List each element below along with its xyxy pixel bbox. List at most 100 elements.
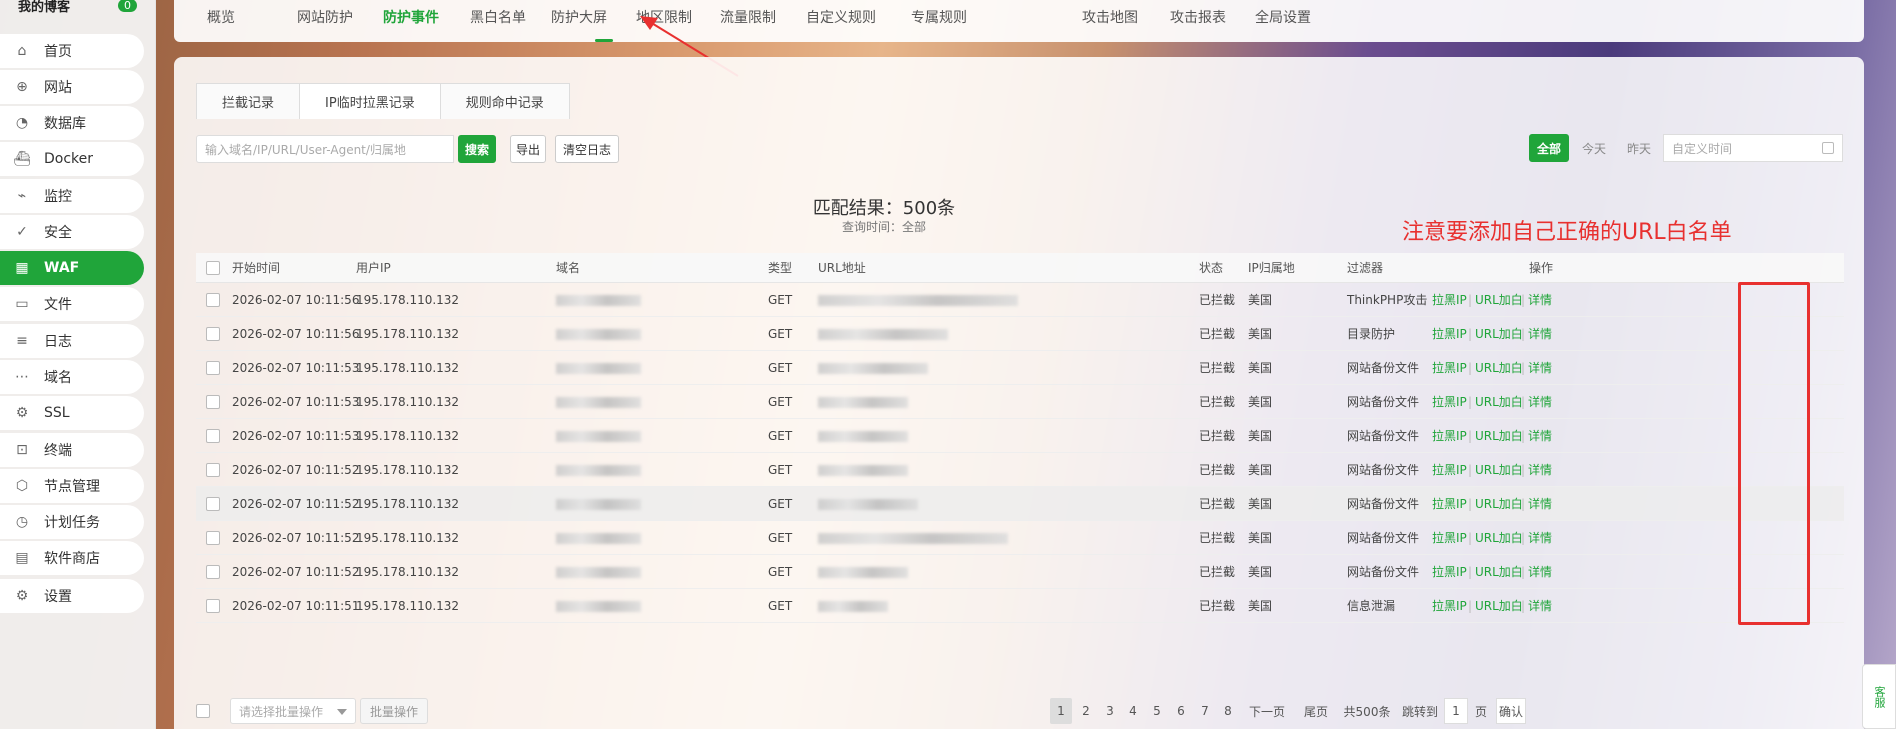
subtab-0[interactable]: 拦截记录 <box>196 83 301 119</box>
url-whitelist-link[interactable]: URL加白 <box>1475 385 1523 419</box>
next-page-button[interactable]: 下一页 <box>1244 698 1290 724</box>
subtab-2[interactable]: 规则命中记录 <box>439 83 570 119</box>
url-whitelist-link[interactable]: URL加白 <box>1475 555 1523 589</box>
page-2[interactable]: 2 <box>1075 698 1097 724</box>
url-whitelist-link[interactable]: URL加白 <box>1475 589 1523 623</box>
detail-link[interactable]: 详情 <box>1528 521 1552 555</box>
notification-badge[interactable]: 0 <box>118 0 137 12</box>
blacklist-ip-link[interactable]: 拉黑IP <box>1432 317 1467 351</box>
sidebar-item-store[interactable]: ▤ 软件商店 <box>0 541 144 575</box>
tab-9[interactable]: 攻击地图 <box>1082 7 1138 27</box>
blacklist-ip-link[interactable]: 拉黑IP <box>1432 419 1467 453</box>
url-whitelist-link[interactable]: URL加白 <box>1475 487 1523 521</box>
sidebar-item-docker[interactable]: ⛴ Docker <box>0 142 144 176</box>
detail-link[interactable]: 详情 <box>1528 419 1552 453</box>
row-checkbox[interactable] <box>206 327 220 341</box>
page-4[interactable]: 4 <box>1122 698 1144 724</box>
tab-2[interactable]: 防护事件 <box>383 7 439 27</box>
batch-action-button[interactable]: 批量操作 <box>360 698 428 724</box>
sidebar-item-database[interactable]: ◔ 数据库 <box>0 106 144 140</box>
detail-link[interactable]: 详情 <box>1528 589 1552 623</box>
blacklist-ip-link[interactable]: 拉黑IP <box>1432 351 1467 385</box>
blacklist-ip-link[interactable]: 拉黑IP <box>1432 521 1467 555</box>
custom-time-input[interactable]: 自定义时间 <box>1663 134 1843 162</box>
blacklist-ip-link[interactable]: 拉黑IP <box>1432 555 1467 589</box>
clear-log-button[interactable]: 清空日志 <box>555 135 619 163</box>
sidebar-item-shield[interactable]: ✓ 安全 <box>0 215 144 249</box>
cell-ip: 195.178.110.132 <box>356 599 460 613</box>
blacklist-ip-link[interactable]: 拉黑IP <box>1432 589 1467 623</box>
export-button[interactable]: 导出 <box>510 135 546 163</box>
row-checkbox[interactable] <box>206 531 220 545</box>
footer-select-all-checkbox[interactable] <box>196 704 210 718</box>
search-button[interactable]: 搜索 <box>458 135 496 163</box>
sidebar-item-node[interactable]: ⬡ 节点管理 <box>0 469 144 503</box>
page-6[interactable]: 6 <box>1170 698 1192 724</box>
tab-1[interactable]: 网站防护 <box>297 7 353 27</box>
search-input[interactable]: 输入域名/IP/URL/User-Agent/归属地 <box>196 135 454 163</box>
sidebar-item-home[interactable]: ⌂ 首页 <box>0 34 144 68</box>
url-whitelist-link[interactable]: URL加白 <box>1475 317 1523 351</box>
sidebar-item-domain[interactable]: ⋯ 域名 <box>0 360 144 394</box>
sidebar-item-waf[interactable]: ▦ WAF <box>0 251 144 285</box>
page-1[interactable]: 1 <box>1050 698 1072 724</box>
page-7[interactable]: 7 <box>1194 698 1216 724</box>
tab-3[interactable]: 黑白名单 <box>470 7 526 27</box>
detail-link[interactable]: 详情 <box>1528 487 1552 521</box>
column-header: 域名 <box>556 261 581 275</box>
row-checkbox[interactable] <box>206 497 220 511</box>
redacted-url <box>818 295 1018 306</box>
detail-link[interactable]: 详情 <box>1528 283 1552 317</box>
tab-11[interactable]: 全局设置 <box>1255 7 1311 27</box>
detail-link[interactable]: 详情 <box>1528 453 1552 487</box>
sidebar-item-folder[interactable]: ▭ 文件 <box>0 287 144 321</box>
page-3[interactable]: 3 <box>1099 698 1121 724</box>
subtab-1[interactable]: IP临时拉黑记录 <box>299 83 441 119</box>
last-page-button[interactable]: 尾页 <box>1298 698 1334 724</box>
url-whitelist-link[interactable]: URL加白 <box>1475 419 1523 453</box>
select-all-checkbox[interactable] <box>206 261 220 275</box>
row-checkbox[interactable] <box>206 361 220 375</box>
detail-link[interactable]: 详情 <box>1528 385 1552 419</box>
page-5[interactable]: 5 <box>1146 698 1168 724</box>
tab-10[interactable]: 攻击报表 <box>1170 7 1226 27</box>
sidebar-item-monitor[interactable]: ⌁ 监控 <box>0 179 144 213</box>
page-8[interactable]: 8 <box>1217 698 1239 724</box>
url-whitelist-link[interactable]: URL加白 <box>1475 351 1523 385</box>
sidebar-item-log[interactable]: ≡ 日志 <box>0 324 144 358</box>
jump-page-input[interactable]: 1 <box>1444 698 1468 724</box>
table-row: 2026-02-07 10:11:52 195.178.110.132 GET 已拦截… <box>196 521 1844 555</box>
customer-service-widget[interactable]: 客服 <box>1862 664 1896 729</box>
sidebar-item-globe[interactable]: ⊕ 网站 <box>0 70 144 104</box>
blacklist-ip-link[interactable]: 拉黑IP <box>1432 385 1467 419</box>
row-checkbox[interactable] <box>206 565 220 579</box>
blacklist-ip-link[interactable]: 拉黑IP <box>1432 487 1467 521</box>
row-checkbox[interactable] <box>206 599 220 613</box>
batch-action-select[interactable]: 请选择批量操作 <box>230 698 356 724</box>
sidebar-item-gear[interactable]: ⚙ 设置 <box>0 579 144 613</box>
row-checkbox[interactable] <box>206 395 220 409</box>
blacklist-ip-link[interactable]: 拉黑IP <box>1432 453 1467 487</box>
blacklist-ip-link[interactable]: 拉黑IP <box>1432 283 1467 317</box>
sidebar-item-ssl[interactable]: ⚙ SSL <box>0 396 144 430</box>
row-checkbox[interactable] <box>206 463 220 477</box>
row-checkbox[interactable] <box>206 429 220 443</box>
time-filter-yesterday[interactable]: 昨天 <box>1627 134 1651 162</box>
confirm-jump-button[interactable]: 确认 <box>1496 698 1526 724</box>
row-checkbox[interactable] <box>206 293 220 307</box>
url-whitelist-link[interactable]: URL加白 <box>1475 453 1523 487</box>
detail-link[interactable]: 详情 <box>1528 555 1552 589</box>
time-filter-all[interactable]: 全部 <box>1529 134 1569 162</box>
sidebar-item-terminal[interactable]: ⊡ 终端 <box>0 433 144 467</box>
url-whitelist-link[interactable]: URL加白 <box>1475 521 1523 555</box>
cell-time: 2026-02-07 10:11:52 <box>232 565 360 579</box>
tab-0[interactable]: 概览 <box>207 7 235 27</box>
time-filter-today[interactable]: 今天 <box>1582 134 1606 162</box>
detail-link[interactable]: 详情 <box>1528 351 1552 385</box>
tab-4[interactable]: 防护大屏 <box>551 7 607 27</box>
tab-7[interactable]: 自定义规则 <box>806 7 876 27</box>
sidebar-item-clock[interactable]: ◷ 计划任务 <box>0 505 144 539</box>
url-whitelist-link[interactable]: URL加白 <box>1475 283 1523 317</box>
detail-link[interactable]: 详情 <box>1528 317 1552 351</box>
tab-8[interactable]: 专属规则 <box>911 7 967 27</box>
